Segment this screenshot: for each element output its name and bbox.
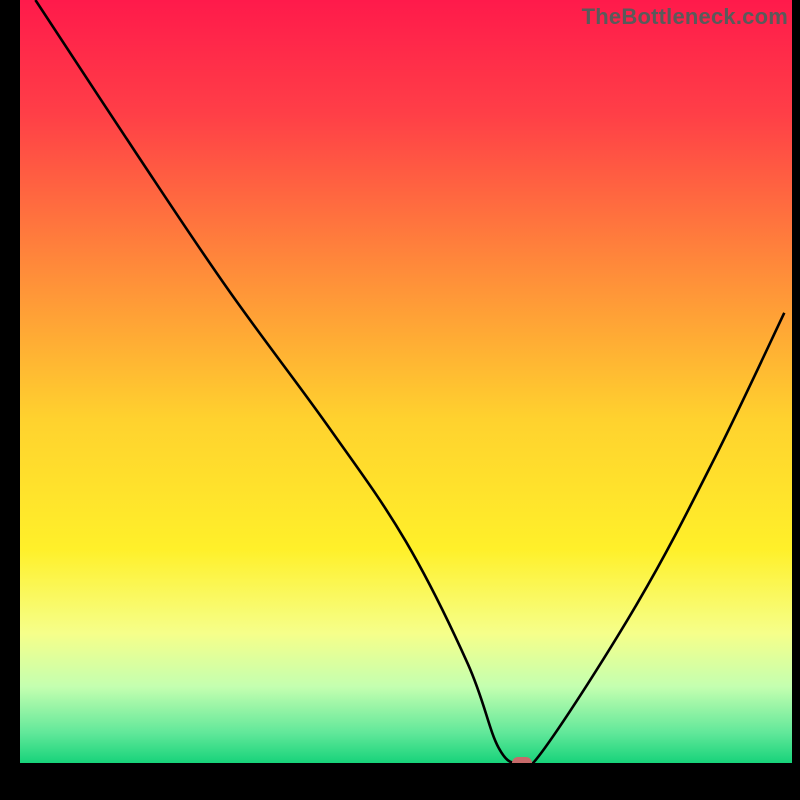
plot-svg bbox=[20, 0, 792, 763]
watermark-text: TheBottleneck.com bbox=[582, 4, 788, 30]
plot-area bbox=[20, 0, 792, 763]
optimal-point-marker bbox=[512, 757, 532, 763]
gradient-background bbox=[20, 0, 792, 763]
chart-frame: TheBottleneck.com bbox=[0, 0, 800, 800]
